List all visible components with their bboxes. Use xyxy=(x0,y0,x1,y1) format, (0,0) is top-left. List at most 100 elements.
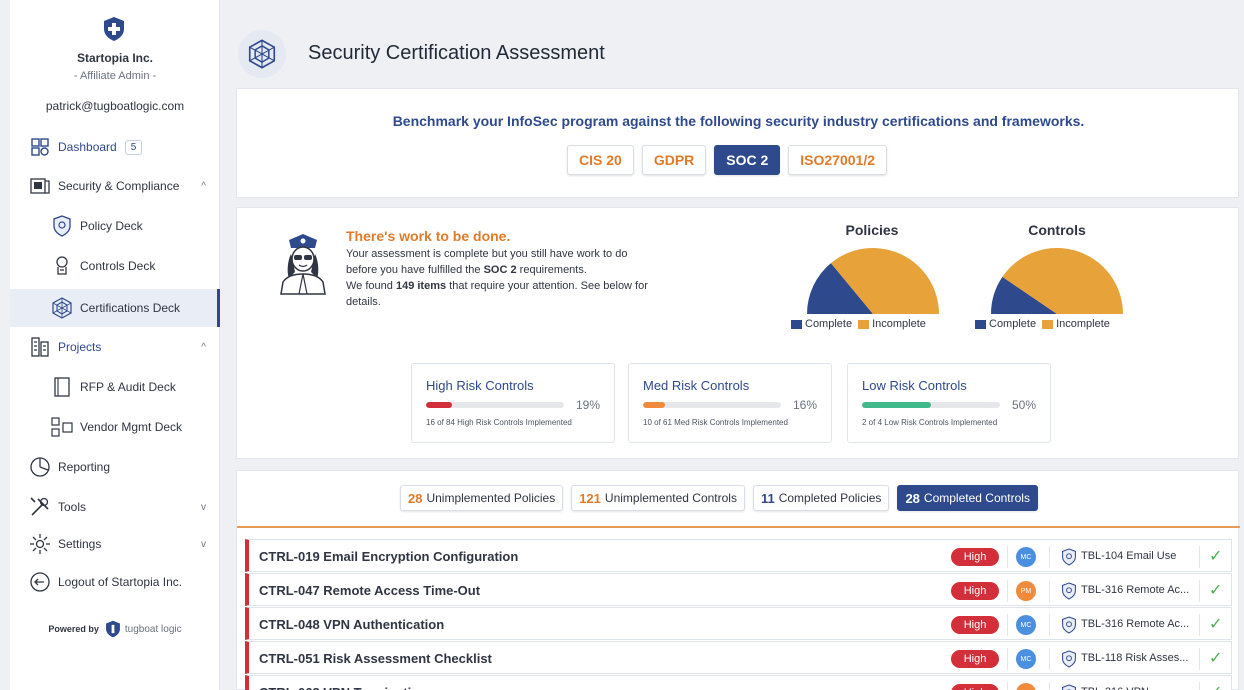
sidebar-item-label: Logout of Startopia Inc. xyxy=(58,575,183,589)
linked-policy[interactable]: TBL-316 VPN... xyxy=(1081,686,1196,690)
sidebar-item-reporting[interactable]: Reporting xyxy=(10,448,220,486)
tab-gdpr[interactable]: GDPR xyxy=(641,145,707,175)
risk-title: Low Risk Controls xyxy=(862,378,967,393)
risk-note: 16 of 84 High Risk Controls Implemented xyxy=(426,418,572,427)
sidebar-item-rfp-audit-deck[interactable]: RFP & Audit Deck xyxy=(10,368,220,406)
risk-progress-bar xyxy=(643,402,781,408)
linked-policy[interactable]: TBL-104 Email Use xyxy=(1081,550,1196,562)
control-row[interactable]: CTRL-048 VPN Authentication High MC TBL-316… xyxy=(245,607,1232,640)
column-divider xyxy=(1049,580,1050,602)
certification-tabs: CIS 20 GDPR SOC 2 ISO27001/2 xyxy=(567,145,888,175)
sidebar-item-projects[interactable]: Projects ^ xyxy=(10,328,220,366)
control-name: CTRL-047 Remote Access Time-Out xyxy=(259,583,481,598)
policies-pie-chart xyxy=(807,248,939,314)
control-name: CTRL-048 VPN Authentication xyxy=(259,617,445,632)
risk-note: 2 of 4 Low Risk Controls Implemented xyxy=(862,418,998,427)
summary-text: We found xyxy=(346,280,396,292)
column-divider xyxy=(1007,648,1008,670)
gear-icon xyxy=(28,532,52,556)
risk-badge: High xyxy=(951,548,999,566)
risk-progress-fill xyxy=(643,402,666,408)
filter-tabs: 28 Unimplemented Policies 121 Unimplemen… xyxy=(400,485,1038,511)
policy-shield-icon xyxy=(1062,548,1076,566)
linked-policy[interactable]: TBL-316 Remote Ac... xyxy=(1081,584,1196,596)
control-row[interactable]: CTRL-062 VPN Termination High PM TBL-316 VP… xyxy=(245,675,1232,690)
linked-policy[interactable]: TBL-316 Remote Ac... xyxy=(1081,618,1196,630)
owner-avatar[interactable]: MC xyxy=(1016,547,1036,567)
owner-avatar[interactable]: PM xyxy=(1016,683,1036,690)
tab-count: 121 xyxy=(579,490,601,506)
document-icon xyxy=(50,375,74,399)
sidebar-item-label: Vendor Mgmt Deck xyxy=(80,420,183,434)
column-divider xyxy=(1007,580,1008,602)
powered-by: Powered by tugboat logic xyxy=(10,620,220,638)
tab-soc-2[interactable]: SOC 2 xyxy=(714,145,781,175)
column-divider xyxy=(1199,648,1200,670)
benchmark-text: Benchmark your InfoSec program against t… xyxy=(392,113,1085,129)
tab-label: Completed Policies xyxy=(778,491,882,505)
tab-iso27001[interactable]: ISO27001/2 xyxy=(788,145,888,175)
control-row[interactable]: CTRL-019 Email Encryption Configuration H… xyxy=(245,539,1232,572)
column-divider xyxy=(1049,614,1050,636)
low-risk-card[interactable]: Low Risk Controls 50% 2 of 4 Low Risk Co… xyxy=(847,363,1051,443)
controls-pie-chart xyxy=(991,247,1123,314)
tab-label: Unimplemented Controls xyxy=(604,491,737,505)
control-row[interactable]: CTRL-051 Risk Assessment Checklist High MC… xyxy=(245,641,1232,674)
column-divider xyxy=(1007,614,1008,636)
tab-completed-policies[interactable]: 11 Completed Policies xyxy=(752,485,890,511)
controls-legend: Complete Incomplete xyxy=(975,318,1110,330)
control-name: CTRL-051 Risk Assessment Checklist xyxy=(259,651,492,666)
risk-progress-bar xyxy=(426,402,564,408)
risk-progress-fill xyxy=(862,402,931,408)
sidebar-item-policy-deck[interactable]: Policy Deck xyxy=(10,207,220,245)
control-row[interactable]: CTRL-047 Remote Access Time-Out High PM TBL… xyxy=(245,573,1232,606)
column-divider xyxy=(1007,546,1008,568)
tab-unimplemented-policies[interactable]: 28 Unimplemented Policies xyxy=(400,485,564,511)
checkmark-icon: ✓ xyxy=(1209,582,1223,599)
controls-list-card: 28 Unimplemented Policies 121 Unimplemen… xyxy=(236,470,1240,690)
med-risk-card[interactable]: Med Risk Controls 16% 10 of 61 Med Risk … xyxy=(628,363,832,443)
sidebar-item-controls-deck[interactable]: Controls Deck xyxy=(10,247,220,285)
tab-cis-20[interactable]: CIS 20 xyxy=(567,145,634,175)
powered-by-label: Powered by xyxy=(48,624,99,634)
section-divider xyxy=(237,526,1240,528)
tools-icon xyxy=(28,495,52,519)
tab-unimplemented-controls[interactable]: 121 Unimplemented Controls xyxy=(571,485,745,511)
policy-shield-icon xyxy=(1062,582,1076,600)
column-divider xyxy=(1199,580,1200,602)
linked-policy[interactable]: TBL-118 Risk Asses... xyxy=(1081,652,1196,664)
tab-count: 28 xyxy=(408,490,423,506)
sidebar-item-label: Tools xyxy=(58,500,87,514)
sidebar-item-label: Policy Deck xyxy=(80,219,143,233)
policies-legend: Complete Incomplete xyxy=(791,318,926,330)
sidebar-item-logout[interactable]: Logout of Startopia Inc. xyxy=(10,563,220,601)
owner-avatar[interactable]: PM xyxy=(1016,581,1036,601)
risk-progress-fill xyxy=(426,402,453,408)
owner-avatar[interactable]: MC xyxy=(1016,615,1036,635)
sidebar-item-security-compliance[interactable]: Security & Compliance ^ xyxy=(10,167,220,205)
column-divider xyxy=(1049,682,1050,690)
summary-line-4: details. xyxy=(346,296,381,308)
sidebar-item-tools[interactable]: Tools v xyxy=(10,488,220,526)
tab-completed-controls[interactable]: 28 Completed Controls xyxy=(897,485,1038,511)
org-name: Startopia Inc. xyxy=(76,51,153,65)
org-role: - Affiliate Admin - xyxy=(73,70,157,82)
sidebar-item-dashboard[interactable]: Dashboard 5 xyxy=(10,128,220,166)
sidebar-item-certifications-deck[interactable]: Certifications Deck xyxy=(10,289,220,327)
legend-label-complete: Complete xyxy=(805,318,853,330)
risk-badge: High xyxy=(951,650,999,668)
page-title: Security Certification Assessment xyxy=(308,42,605,64)
compliance-folder-icon xyxy=(28,174,52,198)
checkmark-icon: ✓ xyxy=(1209,616,1223,633)
security-officer-icon xyxy=(280,234,326,295)
sidebar-item-vendor-mgmt-deck[interactable]: Vendor Mgmt Deck xyxy=(10,408,220,446)
certification-icon xyxy=(50,296,74,320)
company-shield-logo xyxy=(104,17,124,41)
control-name: CTRL-062 VPN Termination xyxy=(259,685,427,690)
owner-avatar[interactable]: MC xyxy=(1016,649,1036,669)
high-risk-card[interactable]: High Risk Controls 19% 16 of 84 High Ris… xyxy=(411,363,615,443)
legend-label-incomplete: Incomplete xyxy=(872,318,926,330)
sidebar-item-settings[interactable]: Settings v xyxy=(10,525,220,563)
sidebar: Startopia Inc. - Affiliate Admin - patri… xyxy=(10,0,220,690)
legend-swatch-incomplete xyxy=(1042,319,1054,329)
